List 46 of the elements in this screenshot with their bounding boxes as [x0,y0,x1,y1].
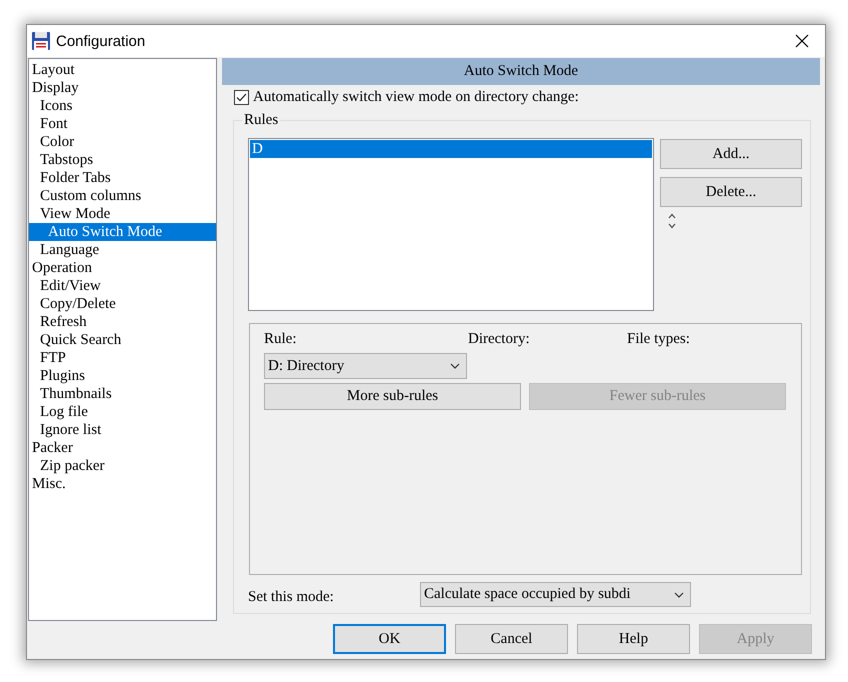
tree-item[interactable]: Auto Switch Mode [29,223,216,241]
tree-item[interactable]: Refresh [29,313,216,331]
tree-item[interactable]: Font [29,115,216,133]
tree-item[interactable]: Tabstops [29,151,216,169]
column-label: Rule: [264,330,298,348]
tree-item[interactable]: Color [29,133,216,151]
tree-item[interactable]: Misc. [29,475,216,493]
tree-item[interactable]: Ignore list [29,421,216,439]
checkbox-label: Automatically switch view mode on directory change: [253,89,579,106]
tree-item[interactable]: Layout [29,61,216,79]
tree-item[interactable]: View Mode [29,205,216,223]
move-down-icon[interactable] [668,223,676,229]
tree-item[interactable]: Operation [29,259,216,277]
tree-item[interactable]: Plugins [29,367,216,385]
window-title: Configuration [56,32,146,50]
tree-item[interactable]: Thumbnails [29,385,216,403]
mode-dropdown[interactable]: Calculate space occupied by subdi [420,582,691,607]
tree-item[interactable]: Edit/View [29,277,216,295]
button[interactable]: Add... [660,139,802,169]
checkbox[interactable] [234,90,249,105]
rule-dropdown[interactable]: D: Directory [264,353,467,379]
tree-item[interactable]: Icons [29,97,216,115]
tree-item[interactable]: FTP [29,349,216,367]
mode-label: Set this mode: [248,588,335,606]
button[interactable]: More sub-rules [264,383,521,410]
tree-item[interactable]: Quick Search [29,331,216,349]
tree-item[interactable]: Display [29,79,216,97]
button[interactable]: Delete... [660,177,802,207]
tree-item[interactable]: Language [29,241,216,259]
tree-item[interactable]: Zip packer [29,457,216,475]
list-item[interactable]: D [250,140,652,158]
chevron-down-icon [674,592,684,598]
button[interactable]: OK [333,624,446,654]
chevron-down-icon [450,363,460,369]
section-header: Auto Switch Mode [222,58,820,85]
close-icon [795,34,809,48]
button[interactable]: Help [577,624,690,654]
tree-item[interactable]: Custom columns [29,187,216,205]
button[interactable]: Cancel [455,624,568,654]
column-label: Directory: [468,330,531,348]
column-label: File types: [627,330,690,348]
tree-item[interactable]: Copy/Delete [29,295,216,313]
move-up-icon[interactable] [668,213,676,219]
tree-item[interactable]: Log file [29,403,216,421]
tree-item[interactable]: Packer [29,439,216,457]
tree-item[interactable]: Folder Tabs [29,169,216,187]
